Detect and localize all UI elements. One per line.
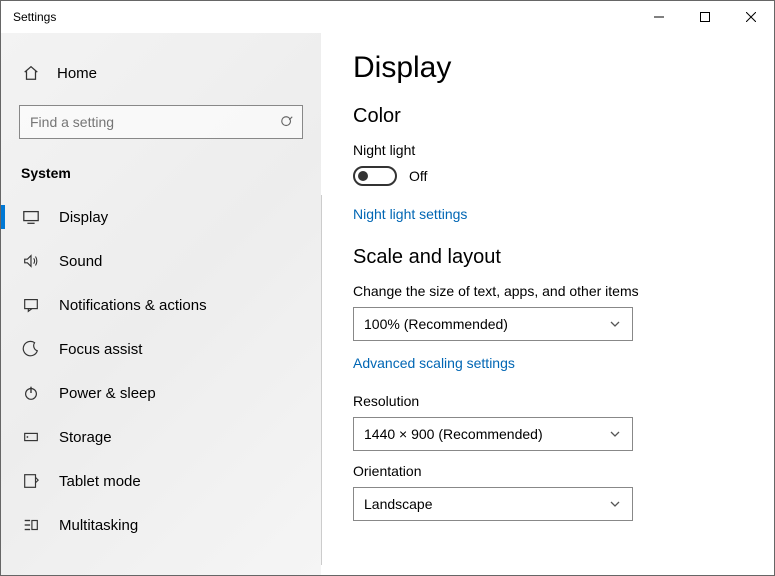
section-color: Color — [353, 105, 742, 128]
window-title: Settings — [13, 10, 56, 24]
sidebar-item-display[interactable]: Display — [1, 195, 321, 239]
scale-value: 100% (Recommended) — [364, 316, 508, 332]
chevron-down-icon — [608, 317, 622, 331]
orientation-select[interactable]: Landscape — [353, 487, 633, 521]
search-wrap — [19, 105, 303, 139]
notifications-icon — [21, 295, 41, 315]
sidebar-item-tablet-mode[interactable]: Tablet mode — [1, 459, 321, 503]
sidebar-item-label: Storage — [59, 429, 112, 446]
night-light-settings-link[interactable]: Night light settings — [353, 206, 467, 222]
sidebar-item-label: Notifications & actions — [59, 297, 207, 314]
category-label: System — [1, 157, 321, 195]
sidebar-item-label: Sound — [59, 253, 102, 270]
orientation-value: Landscape — [364, 496, 433, 512]
home-label: Home — [57, 65, 97, 82]
sidebar-item-focus-assist[interactable]: Focus assist — [1, 327, 321, 371]
sound-icon — [21, 251, 41, 271]
night-light-toggle[interactable] — [353, 166, 397, 186]
search-icon — [279, 114, 295, 130]
sidebar-item-label: Multitasking — [59, 517, 138, 534]
tablet-icon — [21, 471, 41, 491]
sidebar: Home System Display Sound Notifications … — [1, 33, 321, 575]
power-icon — [21, 383, 41, 403]
resolution-label: Resolution — [353, 393, 742, 409]
sidebar-item-label: Display — [59, 209, 108, 226]
orientation-label: Orientation — [353, 463, 742, 479]
sidebar-item-multitasking[interactable]: Multitasking — [1, 503, 321, 547]
close-button[interactable] — [728, 1, 774, 33]
sidebar-item-storage[interactable]: Storage — [1, 415, 321, 459]
home-nav[interactable]: Home — [1, 57, 321, 105]
maximize-button[interactable] — [682, 1, 728, 33]
chevron-down-icon — [608, 497, 622, 511]
main-content: Display Color Night light Off Night ligh… — [321, 33, 774, 575]
chevron-down-icon — [608, 427, 622, 441]
home-icon — [21, 63, 41, 83]
scale-label: Change the size of text, apps, and other… — [353, 283, 742, 299]
sidebar-item-power-sleep[interactable]: Power & sleep — [1, 371, 321, 415]
focus-assist-icon — [21, 339, 41, 359]
sidebar-item-notifications[interactable]: Notifications & actions — [1, 283, 321, 327]
multitasking-icon — [21, 515, 41, 535]
title-bar: Settings — [1, 1, 774, 33]
display-icon — [21, 207, 41, 227]
sidebar-item-label: Power & sleep — [59, 385, 156, 402]
resolution-select[interactable]: 1440 × 900 (Recommended) — [353, 417, 633, 451]
search-input[interactable] — [19, 105, 303, 139]
page-title: Display — [353, 51, 742, 85]
storage-icon — [21, 427, 41, 447]
sidebar-item-label: Tablet mode — [59, 473, 141, 490]
sidebar-item-label: Focus assist — [59, 341, 142, 358]
night-light-value: Off — [409, 168, 427, 184]
scale-select[interactable]: 100% (Recommended) — [353, 307, 633, 341]
advanced-scaling-link[interactable]: Advanced scaling settings — [353, 355, 515, 371]
sidebar-item-sound[interactable]: Sound — [1, 239, 321, 283]
resolution-value: 1440 × 900 (Recommended) — [364, 426, 543, 442]
night-light-label: Night light — [353, 142, 742, 158]
section-scale: Scale and layout — [353, 246, 742, 269]
minimize-button[interactable] — [636, 1, 682, 33]
